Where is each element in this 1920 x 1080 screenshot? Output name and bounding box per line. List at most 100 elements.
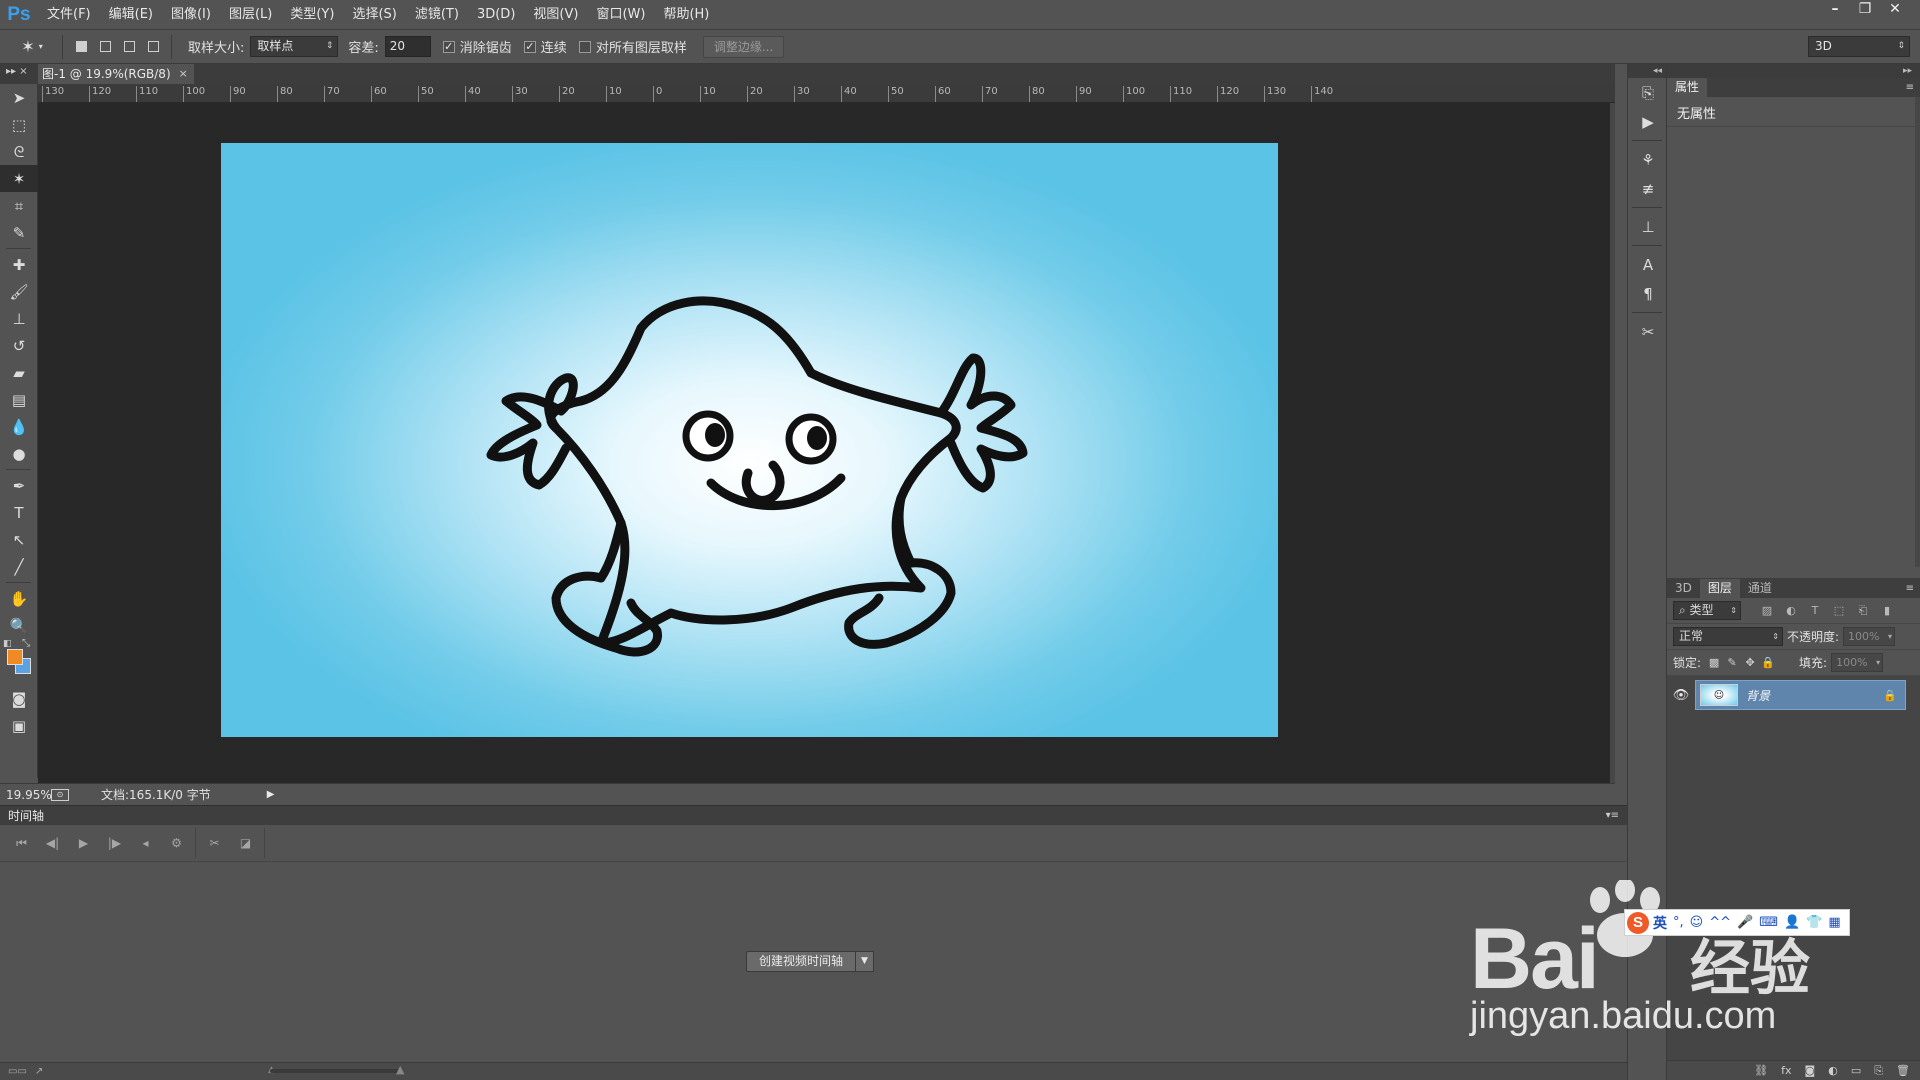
status-menu-arrow-icon[interactable]: ▶ xyxy=(267,789,275,800)
eraser-tool-icon[interactable]: ▰ xyxy=(0,359,38,386)
history-panel-icon[interactable]: ⎘ xyxy=(1628,78,1668,107)
filter-adjustment-icon[interactable]: ◐ xyxy=(1779,604,1803,617)
settings-gear-icon[interactable]: ⚙ xyxy=(161,828,192,858)
collapse-panels-icon[interactable]: ▸▸ × xyxy=(6,66,36,77)
layer-name[interactable]: 背景 xyxy=(1746,687,1883,704)
kaomoji-icon[interactable]: ^^ xyxy=(1709,915,1731,930)
panels-collapse-icon[interactable]: ▸▸ xyxy=(1667,64,1920,78)
adjustment-layer-icon[interactable]: ◐ xyxy=(1828,1064,1838,1077)
tab-layers[interactable]: 图层 xyxy=(1699,579,1740,598)
punctuation-icon[interactable]: °, xyxy=(1673,915,1684,930)
minimize-icon[interactable]: – xyxy=(1820,0,1850,20)
vertical-scrollbar[interactable] xyxy=(1610,103,1615,783)
eyedropper-tool-icon[interactable]: ✎ xyxy=(0,219,38,246)
zoom-in-icon[interactable]: ▲ xyxy=(396,1063,404,1076)
audio-icon[interactable]: ◂ xyxy=(130,828,161,858)
brush-presets-icon[interactable]: ≢ xyxy=(1628,174,1668,203)
keyboard-icon[interactable]: ⌨ xyxy=(1759,915,1778,930)
timeline-zoom-slider[interactable] xyxy=(270,1069,400,1073)
convert-frames-icon[interactable]: ▭▭ xyxy=(8,1066,27,1077)
dock-collapse-icon[interactable]: ◂◂ xyxy=(1628,64,1666,78)
render-video-icon[interactable]: ↗ xyxy=(35,1066,43,1077)
document-canvas[interactable] xyxy=(221,143,1278,737)
emoji-icon[interactable]: ☺ xyxy=(1690,915,1704,930)
blur-tool-icon[interactable]: 💧 xyxy=(0,413,38,440)
transition-icon[interactable]: ◪ xyxy=(230,828,261,858)
swap-colors-icon[interactable]: ⤡ xyxy=(22,638,30,649)
type-tool-icon[interactable]: T xyxy=(0,499,38,526)
contiguous-checkbox[interactable]: ✓ 连续 xyxy=(523,37,567,56)
ime-language-toggle[interactable]: 英 xyxy=(1653,913,1667,933)
filter-type-icon[interactable]: T xyxy=(1803,604,1827,617)
menu-3d[interactable]: 3D(D) xyxy=(468,0,524,29)
brush-panel-icon[interactable]: ⚘ xyxy=(1628,145,1668,174)
go-to-first-frame-icon[interactable]: ⏮ xyxy=(6,828,37,858)
zoom-tool-icon[interactable]: 🔍 xyxy=(0,612,38,639)
brush-tool-icon[interactable]: 🖌 xyxy=(0,278,38,305)
menu-window[interactable]: 窗口(W) xyxy=(587,0,654,29)
actions-play-icon[interactable]: ▶ xyxy=(1628,107,1668,136)
refine-edge-button[interactable]: 调整边缘... xyxy=(702,35,785,58)
menu-type[interactable]: 类型(Y) xyxy=(281,0,343,29)
tab-channels[interactable]: 通道 xyxy=(1740,579,1780,598)
layer-row-selected[interactable]: ☺ 背景 🔒 xyxy=(1695,680,1906,710)
filter-shape-icon[interactable]: ⬚ xyxy=(1827,604,1851,617)
panel-menu-icon[interactable]: ▾≡ xyxy=(1606,810,1619,821)
panel-menu-icon[interactable]: ≡ xyxy=(1906,579,1914,598)
new-selection-button[interactable] xyxy=(71,37,91,57)
tab-3d[interactable]: 3D xyxy=(1667,579,1700,598)
filter-toggle-icon[interactable]: ▮ xyxy=(1875,604,1899,617)
all-layers-checkbox[interactable]: 对所有图层取样 xyxy=(578,37,687,56)
previous-frame-icon[interactable]: ◀| xyxy=(37,828,68,858)
properties-scrollbar[interactable] xyxy=(1915,97,1920,567)
fill-input[interactable]: 100% ▾ xyxy=(1831,653,1884,672)
quick-mask-icon[interactable]: ◙ xyxy=(0,685,38,712)
play-icon[interactable]: ▶ xyxy=(68,828,99,858)
gradient-tool-icon[interactable]: ▤ xyxy=(0,386,38,413)
opacity-input[interactable]: 100% ▾ xyxy=(1843,627,1896,646)
default-colors-icon[interactable]: ◧ xyxy=(3,639,12,649)
foreground-color[interactable] xyxy=(7,649,23,665)
create-video-timeline-button[interactable]: 创建视频时间轴 xyxy=(746,951,857,972)
lasso-tool-icon[interactable]: ᘓ xyxy=(0,138,38,165)
restore-icon[interactable]: ❐ xyxy=(1850,0,1880,20)
menu-image[interactable]: 图像(I) xyxy=(162,0,220,29)
user-icon[interactable]: 👤 xyxy=(1784,915,1800,930)
link-layers-icon[interactable]: ⛓ xyxy=(1754,1064,1768,1077)
healing-brush-tool-icon[interactable]: ✚ xyxy=(0,251,38,278)
clone-source-icon[interactable]: ⊥ xyxy=(1628,212,1668,241)
dodge-tool-icon[interactable]: ● xyxy=(0,440,38,467)
clone-stamp-tool-icon[interactable]: ⊥ xyxy=(0,305,38,332)
lock-transparent-icon[interactable]: ▩ xyxy=(1705,656,1723,669)
new-group-icon[interactable]: ▭ xyxy=(1851,1064,1861,1077)
intersect-selection-button[interactable] xyxy=(143,37,163,57)
close-icon[interactable]: ✕ xyxy=(1880,0,1910,20)
panel-menu-icon[interactable]: ≡ xyxy=(1906,78,1914,97)
split-scissors-icon[interactable]: ✂ xyxy=(199,828,230,858)
lock-all-icon[interactable]: 🔒 xyxy=(1759,656,1777,669)
character-panel-icon[interactable]: A xyxy=(1628,250,1668,279)
skin-shirt-icon[interactable]: 👕 xyxy=(1806,915,1822,930)
filter-smart-object-icon[interactable]: ⎗ xyxy=(1851,604,1875,618)
visibility-eye-icon[interactable]: 👁 xyxy=(1667,688,1695,703)
line-tool-icon[interactable]: ╱ xyxy=(0,553,38,580)
crop-tool-icon[interactable]: ⌗ xyxy=(0,192,38,219)
tool-preset-picker[interactable]: ✶ ▾ xyxy=(8,34,56,60)
layer-row[interactable]: 👁 ☺ 背景 🔒 xyxy=(1667,680,1920,710)
pen-tool-icon[interactable]: ✒ xyxy=(0,472,38,499)
new-layer-icon[interactable]: ⎘ xyxy=(1874,1064,1883,1078)
lock-position-icon[interactable]: ✥ xyxy=(1741,656,1759,669)
menu-edit[interactable]: 编辑(E) xyxy=(100,0,162,29)
toolbox-grid-icon[interactable]: ▦ xyxy=(1828,915,1840,930)
hand-tool-icon[interactable]: ✋ xyxy=(0,585,38,612)
chevron-down-icon[interactable]: ▼ xyxy=(856,951,875,972)
menu-help[interactable]: 帮助(H) xyxy=(654,0,718,29)
paragraph-panel-icon[interactable]: ¶ xyxy=(1628,279,1668,308)
sogou-logo-icon[interactable]: S xyxy=(1627,911,1649,934)
move-tool-icon[interactable]: ➤ xyxy=(0,84,38,111)
blend-mode-select[interactable]: 正常 ⇕ xyxy=(1673,627,1783,646)
filter-pixel-icon[interactable]: ▨ xyxy=(1755,604,1779,617)
layer-filter-select[interactable]: ⌕ 类型 ⇕ xyxy=(1673,601,1741,620)
subtract-selection-button[interactable] xyxy=(119,37,139,57)
microphone-icon[interactable]: 🎤 xyxy=(1737,915,1753,930)
